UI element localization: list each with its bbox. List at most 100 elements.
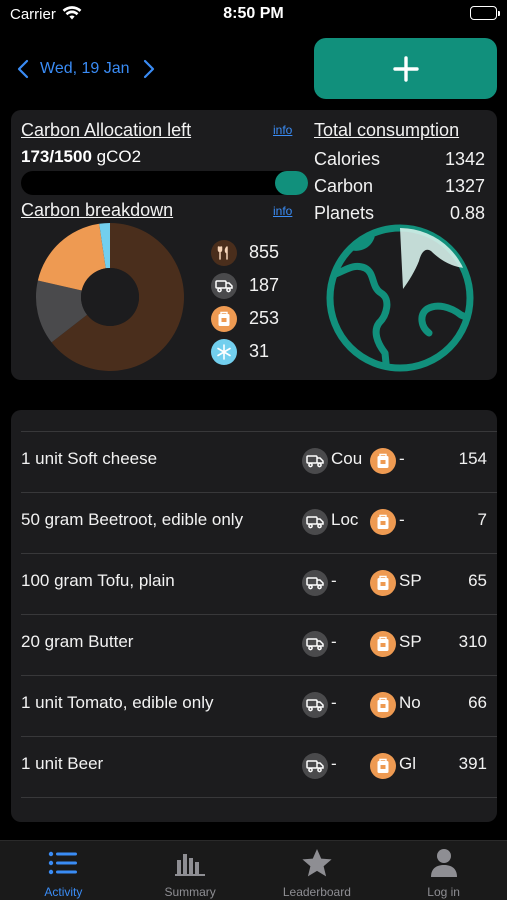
allocation-used: 173/1500	[21, 147, 92, 166]
chevron-right-icon[interactable]	[138, 57, 160, 81]
package-icon	[211, 305, 237, 332]
package-icon	[370, 753, 396, 779]
tab-summary[interactable]: Summary	[127, 841, 254, 900]
packaging-label: SP	[399, 632, 422, 651]
carbon-value: 391	[458, 754, 487, 773]
bar-chart-icon	[175, 847, 206, 879]
breakdown-donut-chart	[36, 223, 184, 371]
transport-label: -	[331, 693, 337, 712]
stat-value: 1327	[444, 176, 485, 196]
tab-label: Log in	[427, 885, 460, 899]
add-entry-button[interactable]	[314, 38, 497, 99]
stat-label: Planets	[314, 203, 375, 223]
total-consumption-title: Total consumption	[314, 120, 460, 140]
legend-item-transport: 187	[211, 269, 279, 302]
item-name: 1 unit Soft cheese	[21, 449, 158, 468]
package-icon	[370, 570, 396, 596]
food-log-list: 1 unit Soft cheese Cou - 154 50 gram Bee…	[11, 410, 497, 822]
donut-hole	[81, 268, 139, 326]
stat-calories: Calories 1342	[314, 146, 485, 173]
transport-label: -	[331, 754, 337, 773]
breakdown-info-link[interactable]: info	[273, 204, 292, 218]
clock: 8:50 PM	[223, 5, 284, 22]
tab-label: Leaderboard	[282, 885, 351, 899]
totals-list: Calories 1342 Carbon 1327 Planets 0.88	[314, 146, 485, 227]
plus-icon	[392, 55, 419, 82]
carbon-value: 65	[468, 571, 487, 590]
carbon-value: 7	[477, 510, 487, 529]
allocation-unit: gCO2	[91, 147, 142, 166]
packaging-label: -	[399, 449, 405, 468]
packaging-label: Gl	[399, 754, 416, 773]
breakdown-title: Carbon breakdown	[21, 200, 174, 220]
legend-value-transport: 187	[249, 275, 280, 295]
truck-icon	[302, 509, 328, 535]
stat-label: Carbon	[314, 176, 374, 196]
list-item-partial[interactable]	[11, 797, 497, 822]
package-icon	[370, 448, 396, 474]
list-item[interactable]: 1 unit Beer - Gl 391	[11, 736, 497, 797]
list-item[interactable]: 100 gram Tofu, plain - SP 65	[11, 553, 497, 614]
tab-log-in[interactable]: Log in	[380, 841, 507, 900]
breakdown-legend: 855 187 253 31	[211, 236, 279, 368]
stat-carbon: Carbon 1327	[314, 173, 485, 200]
transport-label: -	[331, 632, 337, 651]
snowflake-icon	[211, 338, 237, 365]
stat-value: 1342	[444, 149, 485, 169]
item-name: 100 gram Tofu, plain	[21, 571, 175, 590]
truck-icon	[302, 692, 328, 718]
cutlery-icon	[211, 239, 237, 266]
truck-icon	[302, 631, 328, 657]
globe-icon	[326, 224, 474, 372]
status-bar: Carrier 8:50 PM	[0, 0, 507, 30]
tab-label: Summary	[164, 885, 216, 899]
allocation-progress-fill	[274, 171, 308, 195]
truck-icon	[302, 448, 328, 474]
carbon-value: 154	[458, 449, 487, 468]
truck-icon	[211, 272, 237, 299]
legend-value-food: 855	[249, 242, 280, 262]
allocation-progress-bar	[21, 171, 308, 195]
list-item[interactable]: 1 unit Soft cheese Cou - 154	[11, 431, 497, 492]
battery-icon	[470, 6, 500, 20]
tab-leaderboard[interactable]: Leaderboard	[254, 841, 381, 900]
transport-label: -	[331, 571, 337, 590]
allocation-title: Carbon Allocation left	[21, 120, 192, 140]
packaging-label: SP	[399, 571, 422, 590]
allocation-value: 173/1500 gCO2	[21, 147, 141, 167]
legend-item-packaging: 253	[211, 302, 279, 335]
summary-card: Carbon Allocation left info 173/1500 gCO…	[11, 110, 497, 380]
carbon-value: 310	[458, 632, 487, 651]
list-item[interactable]: 20 gram Butter - SP 310	[11, 614, 497, 675]
star-icon	[301, 847, 333, 879]
legend-value-storage: 31	[249, 341, 270, 361]
list-item[interactable]: 50 gram Beetroot, edible only Loc - 7	[11, 492, 497, 553]
date-navigator: Wed, 19 Jan	[12, 56, 160, 82]
list-icon	[48, 847, 78, 879]
item-name: 1 unit Beer	[21, 754, 104, 773]
stat-label: Calories	[314, 149, 381, 169]
legend-item-storage: 31	[211, 335, 279, 368]
current-date[interactable]: Wed, 19 Jan	[40, 60, 130, 78]
package-icon	[370, 692, 396, 718]
person-icon	[430, 847, 458, 879]
stat-value: 0.88	[449, 203, 485, 223]
transport-label: Cou	[331, 449, 363, 468]
packaging-label: -	[399, 510, 405, 529]
item-name: 50 gram Beetroot, edible only	[21, 510, 244, 529]
chevron-left-icon[interactable]	[12, 57, 34, 81]
truck-icon	[302, 570, 328, 596]
carbon-value: 66	[468, 693, 487, 712]
truck-icon	[302, 753, 328, 779]
item-name: 20 gram Butter	[21, 632, 134, 651]
item-name: 1 unit Tomato, edible only	[21, 693, 214, 712]
package-icon	[370, 509, 396, 535]
tab-bar: Activity Summary Leaderboard Log in	[0, 840, 507, 900]
tab-activity[interactable]: Activity	[0, 841, 127, 900]
package-icon	[370, 631, 396, 657]
legend-value-packaging: 253	[249, 308, 280, 328]
allocation-info-link[interactable]: info	[273, 123, 292, 137]
list-item[interactable]: 1 unit Tomato, edible only - No 66	[11, 675, 497, 736]
legend-item-food: 855	[211, 236, 279, 269]
tab-label: Activity	[44, 885, 83, 899]
